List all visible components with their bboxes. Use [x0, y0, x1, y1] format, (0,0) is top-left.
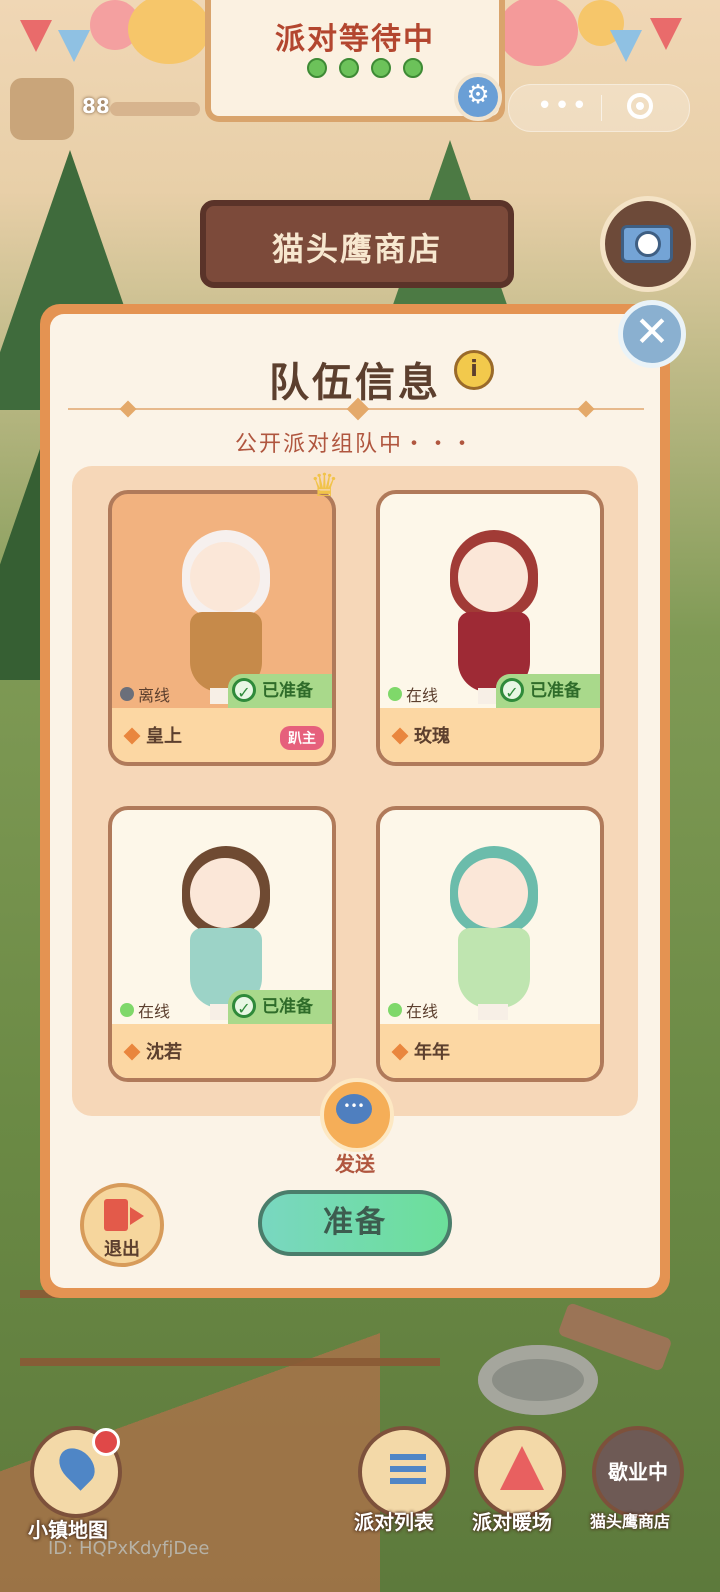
member-card[interactable]: 离线 ✓ 已准备 皇上 趴主: [108, 490, 336, 766]
online-status: 在线: [388, 682, 438, 706]
owl-shop-button[interactable]: 歇业中: [592, 1426, 684, 1518]
avatar: [10, 78, 74, 140]
waiting-dots: [307, 58, 423, 78]
member-name-bar: [112, 1024, 332, 1078]
owl-shop-label: 猫头鹰商店: [590, 1512, 671, 1531]
member-name: 玫瑰: [414, 726, 450, 747]
wooden-fence: [20, 1290, 440, 1366]
character-avatar: [444, 828, 544, 1020]
capsule-divider: [601, 95, 602, 121]
list-icon: [390, 1454, 426, 1460]
member-name-bar: [380, 708, 600, 762]
ready-label: 已准备: [530, 681, 581, 701]
status-dot: [388, 687, 402, 701]
shop-sign: 猫头鹰商店: [200, 200, 514, 288]
ready-button[interactable]: 准备: [258, 1190, 452, 1256]
bunting-flag: [20, 20, 52, 52]
send-message-button[interactable]: •••: [320, 1078, 394, 1152]
campfire: [478, 1345, 598, 1415]
status-dot: [120, 687, 134, 701]
exit-label: 退出: [104, 1239, 140, 1260]
bunting-flag: [650, 18, 682, 50]
exit-arrow-icon: [130, 1207, 144, 1225]
door-icon: [104, 1199, 128, 1231]
check-icon: ✓: [232, 994, 256, 1018]
notification-dot: [92, 1428, 120, 1456]
party-warmup-label: 派对暖场: [472, 1510, 552, 1534]
check-icon: ✓: [232, 678, 256, 702]
online-status: 在线: [388, 998, 438, 1022]
member-card[interactable]: 在线 ✓ 已准备 玫瑰: [376, 490, 604, 766]
level-progress-bar: [110, 102, 200, 116]
waiting-dot: [403, 58, 423, 78]
close-target-icon[interactable]: [627, 93, 653, 119]
player-id: ID: HQPxKdyfjDee: [48, 1538, 210, 1559]
team-status-subtitle: 公开派对组队中・・・: [234, 432, 475, 457]
status-label: 在线: [138, 1002, 171, 1021]
shop-sign-label: 猫头鹰商店: [271, 230, 442, 268]
online-status: 在线: [120, 998, 170, 1022]
party-list-label: 派对列表: [354, 1510, 434, 1534]
send-label: 发送: [335, 1152, 375, 1176]
status-dot: [388, 1003, 402, 1017]
status-label: 在线: [406, 1002, 439, 1021]
party-list-button[interactable]: [358, 1426, 450, 1518]
member-name: 年年: [414, 1042, 450, 1063]
member-name: 皇上: [146, 726, 182, 747]
player-level[interactable]: 88: [10, 78, 200, 140]
check-icon: ✓: [500, 678, 524, 702]
member-name: 沈若: [146, 1042, 182, 1063]
info-icon[interactable]: i: [454, 350, 494, 390]
online-status: 离线: [120, 682, 170, 706]
crown-icon: ♛: [310, 466, 339, 504]
party-warmup-button[interactable]: [474, 1426, 566, 1518]
ready-badge: ✓ 已准备: [228, 990, 332, 1024]
status-dot: [120, 1003, 134, 1017]
member-name-bar: [380, 1024, 600, 1078]
bunting-flag: [610, 30, 642, 62]
waiting-dot: [307, 58, 327, 78]
status-label: 离线: [138, 686, 171, 705]
member-card[interactable]: 在线 年年: [376, 806, 604, 1082]
level-number: 88: [82, 94, 110, 118]
ready-badge: ✓ 已准备: [496, 674, 600, 708]
mini-program-capsule: •••: [508, 84, 690, 132]
waiting-dot: [339, 58, 359, 78]
more-icon[interactable]: •••: [537, 91, 589, 121]
waiting-dot: [371, 58, 391, 78]
party-status-title: 派对等待中: [275, 22, 435, 57]
ready-label: 已准备: [262, 681, 313, 701]
ready-badge: ✓ 已准备: [228, 674, 332, 708]
host-badge: 趴主: [280, 726, 324, 750]
camera-lens: [635, 231, 661, 257]
party-hat-icon: [500, 1446, 544, 1490]
member-card[interactable]: 在线 ✓ 已准备 沈若: [108, 806, 336, 1082]
chat-bubble-icon: •••: [336, 1094, 372, 1124]
shop-closed-label: 歇业中: [608, 1460, 668, 1484]
exit-button[interactable]: 退出: [80, 1183, 164, 1267]
status-label: 在线: [406, 686, 439, 705]
close-button[interactable]: ✕: [618, 300, 686, 368]
gear-icon[interactable]: ⚙: [454, 73, 502, 121]
camera-button[interactable]: [600, 196, 696, 292]
bunting-flag: [58, 30, 90, 62]
ready-label: 已准备: [262, 997, 313, 1017]
